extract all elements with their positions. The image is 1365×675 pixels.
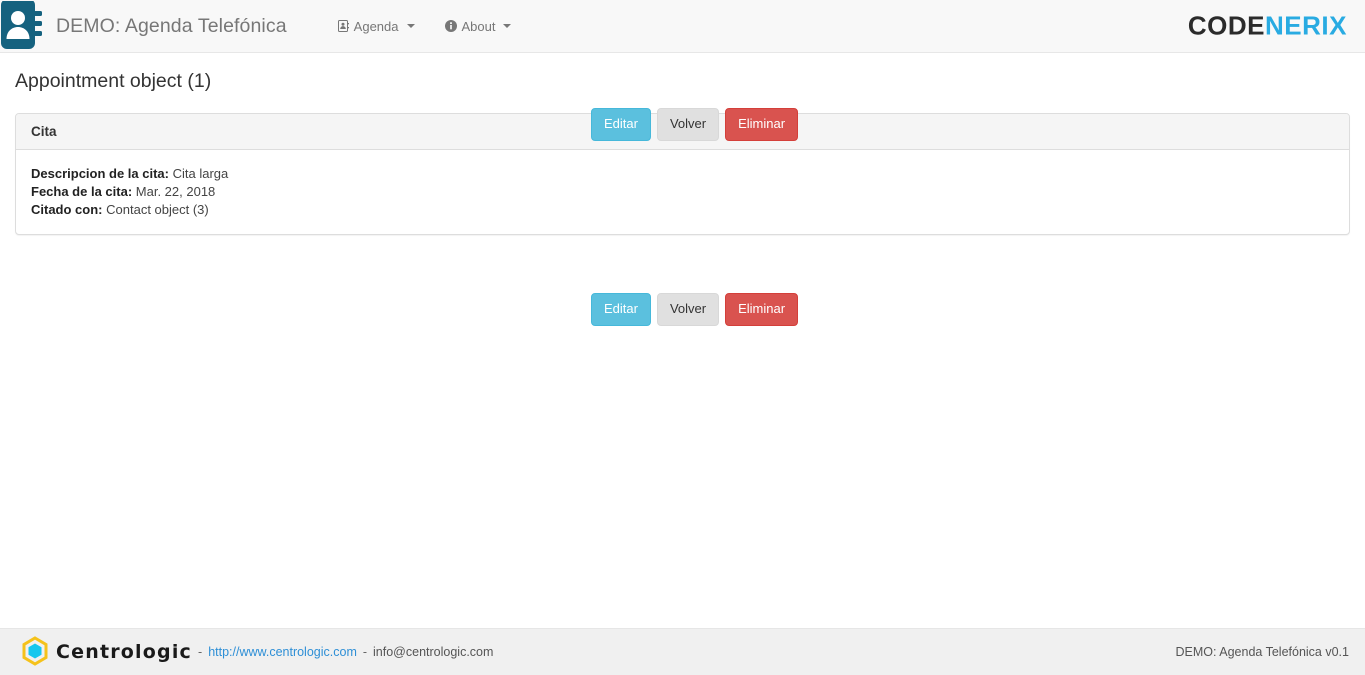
edit-button-bottom[interactable]: Editar xyxy=(591,293,651,326)
nav-item-agenda[interactable]: Agenda xyxy=(323,0,430,52)
brand-logo-link[interactable] xyxy=(0,0,44,50)
page-title-row: Appointment object (1) xyxy=(0,53,1365,97)
field-value: Mar. 22, 2018 xyxy=(135,184,216,199)
info-circle-icon xyxy=(444,20,457,32)
footer-separator-1: - xyxy=(198,645,203,659)
hexagon-logo-icon xyxy=(20,635,50,669)
codenerix-logo-part2: NERIX xyxy=(1265,10,1347,41)
action-buttons-top: Editar Volver Eliminar xyxy=(591,108,799,141)
footer-brand-name: Centrologic xyxy=(56,641,193,663)
address-book-icon xyxy=(1,1,43,49)
footer-email: info@centrologic.com xyxy=(373,645,494,659)
panel-body: Descripcion de la cita: Cita larga Fecha… xyxy=(16,150,1349,234)
codenerix-logo: CODENERIX xyxy=(1188,11,1347,42)
address-book-icon xyxy=(337,20,349,32)
field-value: Cita larga xyxy=(172,166,229,181)
nav-item-agenda-label: Agenda xyxy=(353,18,399,34)
edit-button-top[interactable]: Editar xyxy=(591,108,651,141)
back-button-top[interactable]: Volver xyxy=(656,108,720,141)
codenerix-logo-part1: CODE xyxy=(1187,10,1266,41)
page-title: Appointment object (1) xyxy=(15,69,212,92)
back-button-bottom[interactable]: Volver xyxy=(656,293,720,326)
footer-version: DEMO: Agenda Telefónica v0.1 xyxy=(1175,645,1350,659)
footer-separator-2: - xyxy=(362,645,368,659)
brand-title: DEMO: Agenda Telefónica xyxy=(56,14,287,37)
field-label: Citado con: xyxy=(31,202,103,217)
main-content: Appointment object (1) Editar Volver Eli… xyxy=(0,53,1365,326)
field-label: Descripcion de la cita: xyxy=(31,166,169,181)
page-footer: Centrologic - http://www.centrologic.com… xyxy=(0,628,1365,675)
action-buttons-bottom: Editar Volver Eliminar xyxy=(591,293,799,326)
delete-button-bottom[interactable]: Eliminar xyxy=(725,293,799,326)
field-label: Fecha de la cita: xyxy=(31,184,133,199)
field-row: Fecha de la cita: Mar. 22, 2018 xyxy=(31,183,1334,201)
chevron-down-icon xyxy=(406,24,415,28)
top-navbar: DEMO: Agenda Telefónica Agenda About COD… xyxy=(0,0,1365,53)
nav-item-about-label: About xyxy=(461,18,496,34)
delete-button-top[interactable]: Eliminar xyxy=(725,108,799,141)
chevron-down-icon xyxy=(503,24,512,28)
footer-brand: Centrologic - http://www.centrologic.com… xyxy=(20,635,494,669)
nav-item-about[interactable]: About xyxy=(430,0,527,52)
field-row: Descripcion de la cita: Cita larga xyxy=(31,165,1334,183)
field-row: Citado con: Contact object (3) xyxy=(31,201,1334,219)
field-value: Contact object (3) xyxy=(106,202,209,217)
footer-website-link[interactable]: http://www.centrologic.com xyxy=(208,645,357,659)
navbar-menu: Agenda About xyxy=(323,0,527,52)
